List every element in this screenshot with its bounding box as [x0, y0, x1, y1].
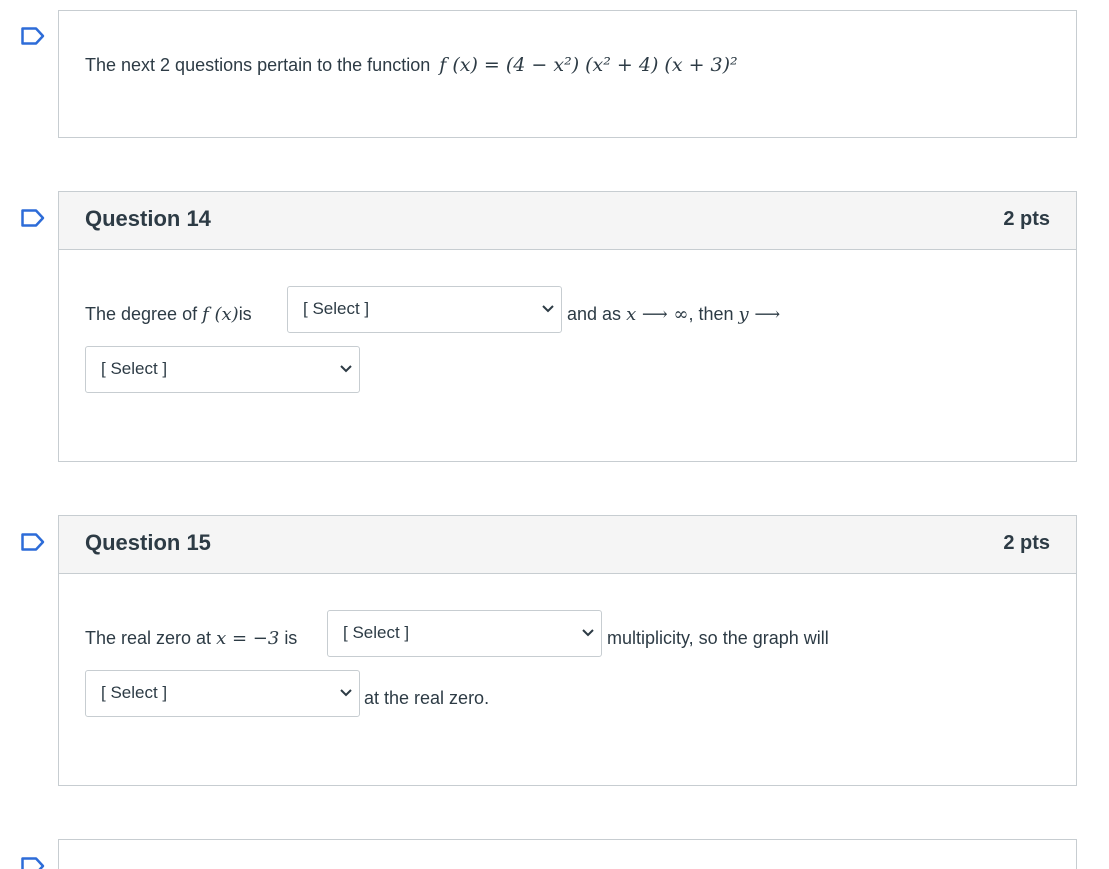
- intro-formula: f (x) = (4 − x²) (x² + 4) (x + 3)²: [439, 54, 738, 76]
- degree-select[interactable]: [ Select ]: [287, 286, 562, 333]
- is-text: is: [238, 304, 252, 324]
- and-as-text: and as: [567, 304, 622, 324]
- chevron-down-icon: [340, 365, 352, 373]
- at-zero-text: at the real zero.: [364, 688, 490, 708]
- question-15-card: Question 15 2 pts The real zero at x = −…: [58, 515, 1077, 786]
- real-zero-label: The real zero at: [85, 628, 212, 648]
- then-text: , then: [688, 304, 734, 324]
- bookmark-flag-icon[interactable]: [21, 533, 45, 551]
- zero-value: x = −3: [216, 628, 280, 649]
- degree-label: The degree of: [85, 304, 198, 324]
- limit-text: and as x ⟶ ∞, then y ⟶: [567, 304, 780, 325]
- chevron-down-icon: [542, 305, 554, 313]
- bookmark-flag-icon[interactable]: [21, 27, 45, 45]
- bookmark-flag-icon[interactable]: [21, 209, 45, 227]
- chevron-down-icon: [582, 629, 594, 637]
- select-value: [ Select ]: [101, 683, 168, 702]
- question-points: 2 pts: [1003, 532, 1050, 554]
- select-value: [ Select ]: [343, 623, 410, 642]
- question-header: Question 14 2 pts: [59, 192, 1076, 250]
- question-title: Question 14: [85, 206, 211, 231]
- select-value: [ Select ]: [303, 299, 370, 318]
- bookmark-flag-icon[interactable]: [21, 857, 45, 869]
- intro-card: The next 2 questions pertain to the func…: [58, 10, 1077, 138]
- multiplicity-select[interactable]: [ Select ]: [327, 610, 602, 657]
- chevron-down-icon: [340, 689, 352, 697]
- question-title: Question 15: [85, 530, 211, 555]
- y-arrow: y ⟶: [738, 304, 781, 325]
- select-value: [ Select ]: [101, 359, 168, 378]
- is-text: is: [284, 628, 298, 648]
- question-points: 2 pts: [1003, 208, 1050, 230]
- x-limit: x ⟶ ∞: [626, 304, 689, 325]
- question-14-card: Question 14 2 pts The degree of f (x)is …: [58, 191, 1077, 462]
- question-text: The real zero at x = −3 is: [85, 628, 297, 649]
- intro-text: The next 2 questions pertain to the func…: [85, 55, 431, 75]
- graph-behavior-select[interactable]: [ Select ]: [85, 670, 360, 717]
- function-notation: f (x): [202, 304, 239, 325]
- multiplicity-text: multiplicity, so the graph will: [607, 628, 829, 648]
- next-question-card: [58, 839, 1077, 869]
- question-header: Question 15 2 pts: [59, 516, 1076, 574]
- end-behavior-select[interactable]: [ Select ]: [85, 346, 360, 393]
- question-text: The degree of f (x)is: [85, 304, 252, 325]
